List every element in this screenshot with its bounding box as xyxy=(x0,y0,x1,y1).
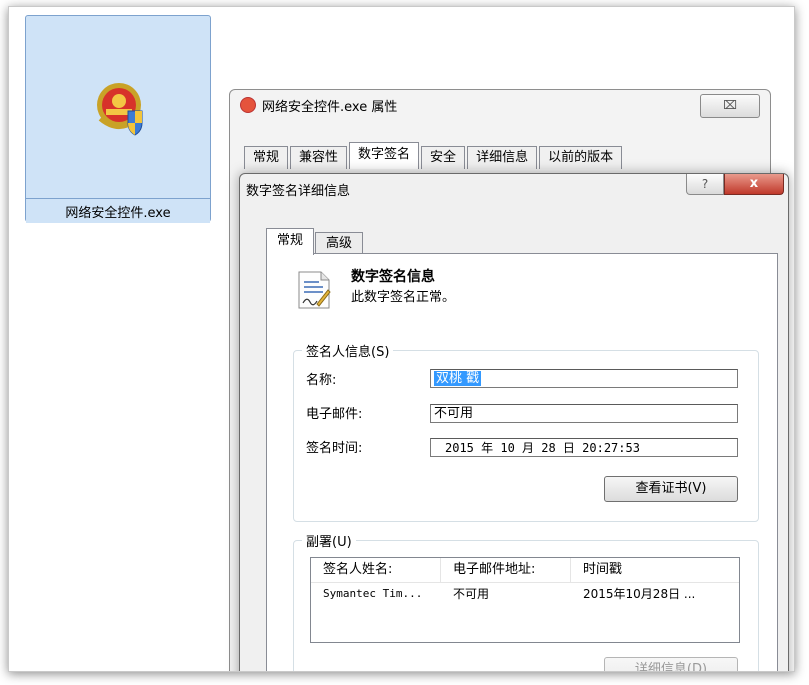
countersignatures-group: 副署(U) 签名人姓名: 电子邮件地址: 时间戳 Symantec Tim...… xyxy=(293,531,759,671)
police-emblem-shield-icon xyxy=(97,83,143,136)
dialog-title: 数字签名详细信息 xyxy=(246,184,351,199)
tab-digital-signatures[interactable]: 数字签名 xyxy=(349,142,420,169)
help-button[interactable]: ? xyxy=(686,174,724,195)
row-signer-name: Symantec Tim... xyxy=(323,587,423,600)
view-certificate-button[interactable]: 查看证书(V) xyxy=(604,476,738,502)
desktop-file-icon-tile[interactable]: 网络安全控件.exe xyxy=(25,15,211,223)
column-timestamp[interactable]: 时间戳 xyxy=(571,558,739,582)
email-label: 电子邮件: xyxy=(306,407,363,422)
signer-name-field[interactable]: 双桃 戳 xyxy=(430,369,738,388)
properties-tab-strip: 常规 兼容性 数字签名 安全 详细信息 以前的版本 xyxy=(244,142,624,169)
app-emblem-icon xyxy=(240,97,256,113)
column-email-address[interactable]: 电子邮件地址: xyxy=(441,558,571,582)
properties-window-title: 网络安全控件.exe 属性 xyxy=(240,96,397,120)
general-tab-panel: 数字签名信息 此数字签名正常。 签名人信息(S) 名称: 双桃 戳 电子邮件: … xyxy=(266,253,778,671)
countersignatures-legend: 副署(U) xyxy=(302,531,356,550)
list-header: 签名人姓名: 电子邮件地址: 时间戳 xyxy=(311,558,739,583)
signed-document-icon xyxy=(298,271,331,309)
signing-time-label: 签名时间: xyxy=(306,441,363,456)
signer-name-value: 双桃 戳 xyxy=(434,371,482,386)
tab-general[interactable]: 常规 xyxy=(244,146,289,169)
row-email: 不可用 xyxy=(453,587,490,601)
dialog-tab-strip: 常规 高级 xyxy=(266,228,364,255)
signature-details-dialog: 数字签名详细信息 ? x 常规 高级 数字签名信息 此数字签名正常。 签名人信息… xyxy=(239,173,789,671)
details-button[interactable]: 详细信息(D) xyxy=(604,657,738,671)
tab-general[interactable]: 常规 xyxy=(266,228,315,255)
signer-info-legend: 签名人信息(S) xyxy=(302,341,394,360)
properties-close-button[interactable]: ⌧ xyxy=(700,94,760,118)
screenshot-frame: 网络安全控件.exe 网络安全控件.exe 属性 ⌧ 常规 兼容性 数字签名 安… xyxy=(8,6,795,672)
tab-advanced[interactable]: 高级 xyxy=(315,232,364,255)
tab-previous-versions[interactable]: 以前的版本 xyxy=(539,146,623,169)
row-timestamp: 2015年10月28日 ... xyxy=(583,587,696,601)
name-label: 名称: xyxy=(306,373,337,388)
tab-compatibility[interactable]: 兼容性 xyxy=(290,146,348,169)
signer-info-group: 签名人信息(S) 名称: 双桃 戳 电子邮件: 不可用 签名时间: 2015 年… xyxy=(293,341,759,522)
properties-title-text: 网络安全控件.exe 属性 xyxy=(262,100,398,115)
tab-details[interactable]: 详细信息 xyxy=(467,146,538,169)
countersignature-list[interactable]: 签名人姓名: 电子邮件地址: 时间戳 Symantec Tim... 不可用 2… xyxy=(310,557,740,643)
tab-security[interactable]: 安全 xyxy=(421,146,466,169)
signature-info-heading: 数字签名信息 xyxy=(351,269,435,285)
signing-time-field[interactable]: 2015 年 10 月 28 日 20:27:53 xyxy=(430,438,738,457)
column-signer-name[interactable]: 签名人姓名: xyxy=(311,558,441,582)
file-name-label: 网络安全控件.exe xyxy=(65,206,171,221)
dialog-close-button[interactable]: x xyxy=(724,174,784,195)
list-item[interactable]: Symantec Tim... 不可用 2015年10月28日 ... xyxy=(311,584,739,604)
signature-status-text: 此数字签名正常。 xyxy=(351,290,456,305)
email-field[interactable]: 不可用 xyxy=(430,404,738,423)
